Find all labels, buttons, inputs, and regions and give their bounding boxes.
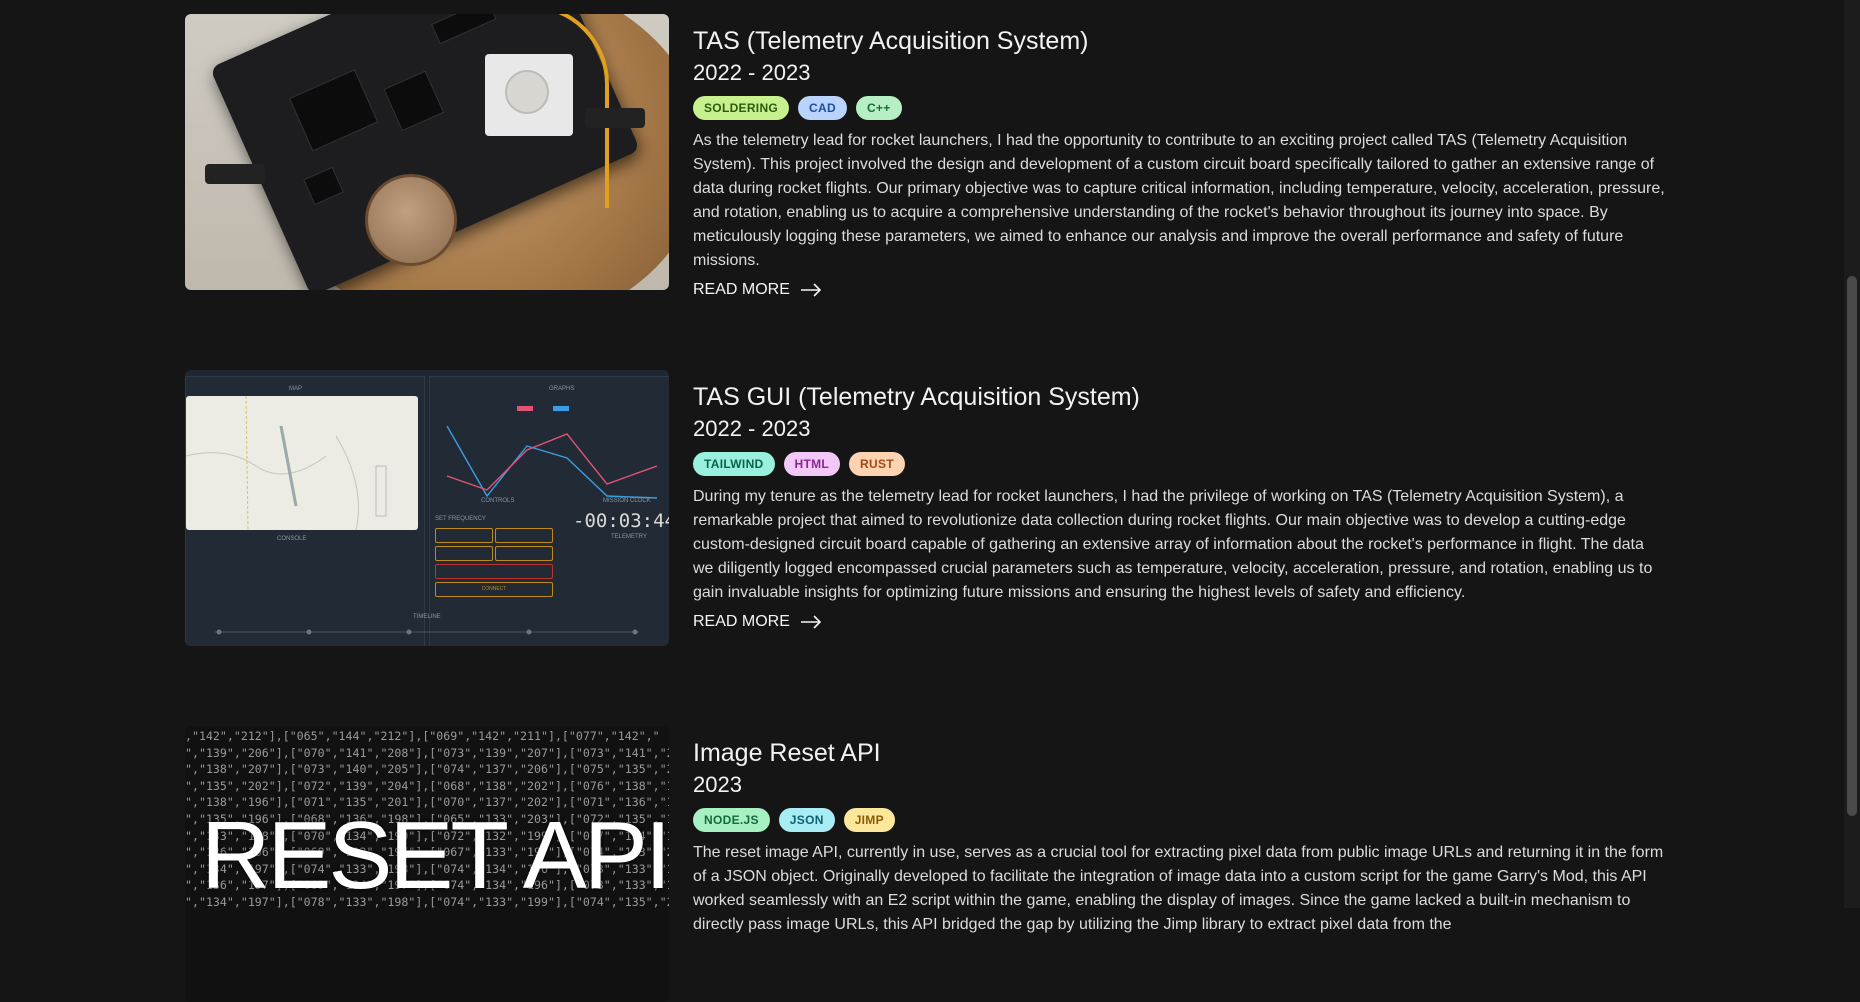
tag-cad: CAD bbox=[798, 96, 847, 120]
project-title: TAS GUI (Telemetry Acquisition System) bbox=[693, 383, 1140, 411]
page-scrollbar[interactable] bbox=[1844, 0, 1860, 908]
project-image-telemetry-gui[interactable]: MAP GRAPHS CONTROLS MISSION CLOCK SET FR… bbox=[185, 370, 669, 646]
project-info: TAS (Telemetry Acquisition System) 2022 … bbox=[693, 14, 1665, 299]
gui-clock-label: MISSION CLOCK bbox=[603, 498, 651, 504]
gui-timeline bbox=[215, 629, 639, 635]
gui-mission-clock: -00:03:44 bbox=[573, 510, 669, 532]
project-title: TAS (Telemetry Acquisition System) bbox=[693, 27, 1089, 55]
project-description: As the telemetry lead for rocket launche… bbox=[693, 132, 1665, 269]
tag-list: NODE.JS JSON JIMP bbox=[693, 808, 1665, 832]
gui-map bbox=[185, 395, 418, 531]
scrollbar-thumb[interactable] bbox=[1847, 276, 1857, 816]
tag-tailwind: TAILWIND bbox=[693, 452, 775, 476]
gui-timeline-label: TIMELINE bbox=[413, 614, 441, 620]
gui-frequency-label: SET FREQUENCY bbox=[435, 516, 486, 522]
project-image-circuit-board[interactable] bbox=[185, 14, 669, 290]
gui-controls-label: CONTROLS bbox=[481, 498, 515, 504]
tag-nodejs: NODE.JS bbox=[693, 808, 770, 832]
gui-map-label: MAP bbox=[289, 386, 303, 392]
arrow-right-icon bbox=[800, 615, 822, 629]
project-title: Image Reset API bbox=[693, 739, 881, 767]
gui-console-label: CONSOLE bbox=[277, 536, 307, 542]
banner-text: RESET API bbox=[201, 802, 669, 909]
project-years: 2022 - 2023 bbox=[693, 60, 811, 85]
read-more-label: READ MORE bbox=[693, 281, 790, 298]
read-more-link[interactable]: READ MORE bbox=[693, 281, 1665, 299]
project-info: Image Reset API 2023 NODE.JS JSON JIMP T… bbox=[693, 726, 1665, 937]
gui-graphs-label: GRAPHS bbox=[549, 386, 575, 392]
arrow-right-icon bbox=[800, 283, 822, 297]
project-years: 2023 bbox=[693, 772, 742, 797]
tag-list: TAILWIND HTML RUST bbox=[693, 452, 1665, 476]
tag-json: JSON bbox=[778, 808, 835, 832]
tag-list: SOLDERING CAD C++ bbox=[693, 96, 1665, 120]
read-more-label: READ MORE bbox=[693, 613, 790, 630]
project-image-reset-api[interactable]: ,"142","212"],["065","144","212"],["069"… bbox=[185, 726, 669, 1002]
gui-connect-button: CONNECT bbox=[435, 582, 553, 597]
read-more-link[interactable]: READ MORE bbox=[693, 613, 1665, 631]
project-description: The reset image API, currently in use, s… bbox=[693, 844, 1664, 933]
tag-soldering: SOLDERING bbox=[693, 96, 790, 120]
project-description: During my tenure as the telemetry lead f… bbox=[693, 488, 1653, 601]
gui-telemetry-label: TELEMETRY bbox=[611, 534, 647, 540]
tag-rust: RUST bbox=[849, 452, 905, 476]
tag-cpp: C++ bbox=[855, 96, 902, 120]
tag-html: HTML bbox=[783, 452, 841, 476]
project-info: TAS GUI (Telemetry Acquisition System) 2… bbox=[693, 370, 1665, 631]
project-years: 2022 - 2023 bbox=[693, 416, 811, 441]
tag-jimp: JIMP bbox=[843, 808, 895, 832]
gui-graph bbox=[446, 406, 658, 499]
